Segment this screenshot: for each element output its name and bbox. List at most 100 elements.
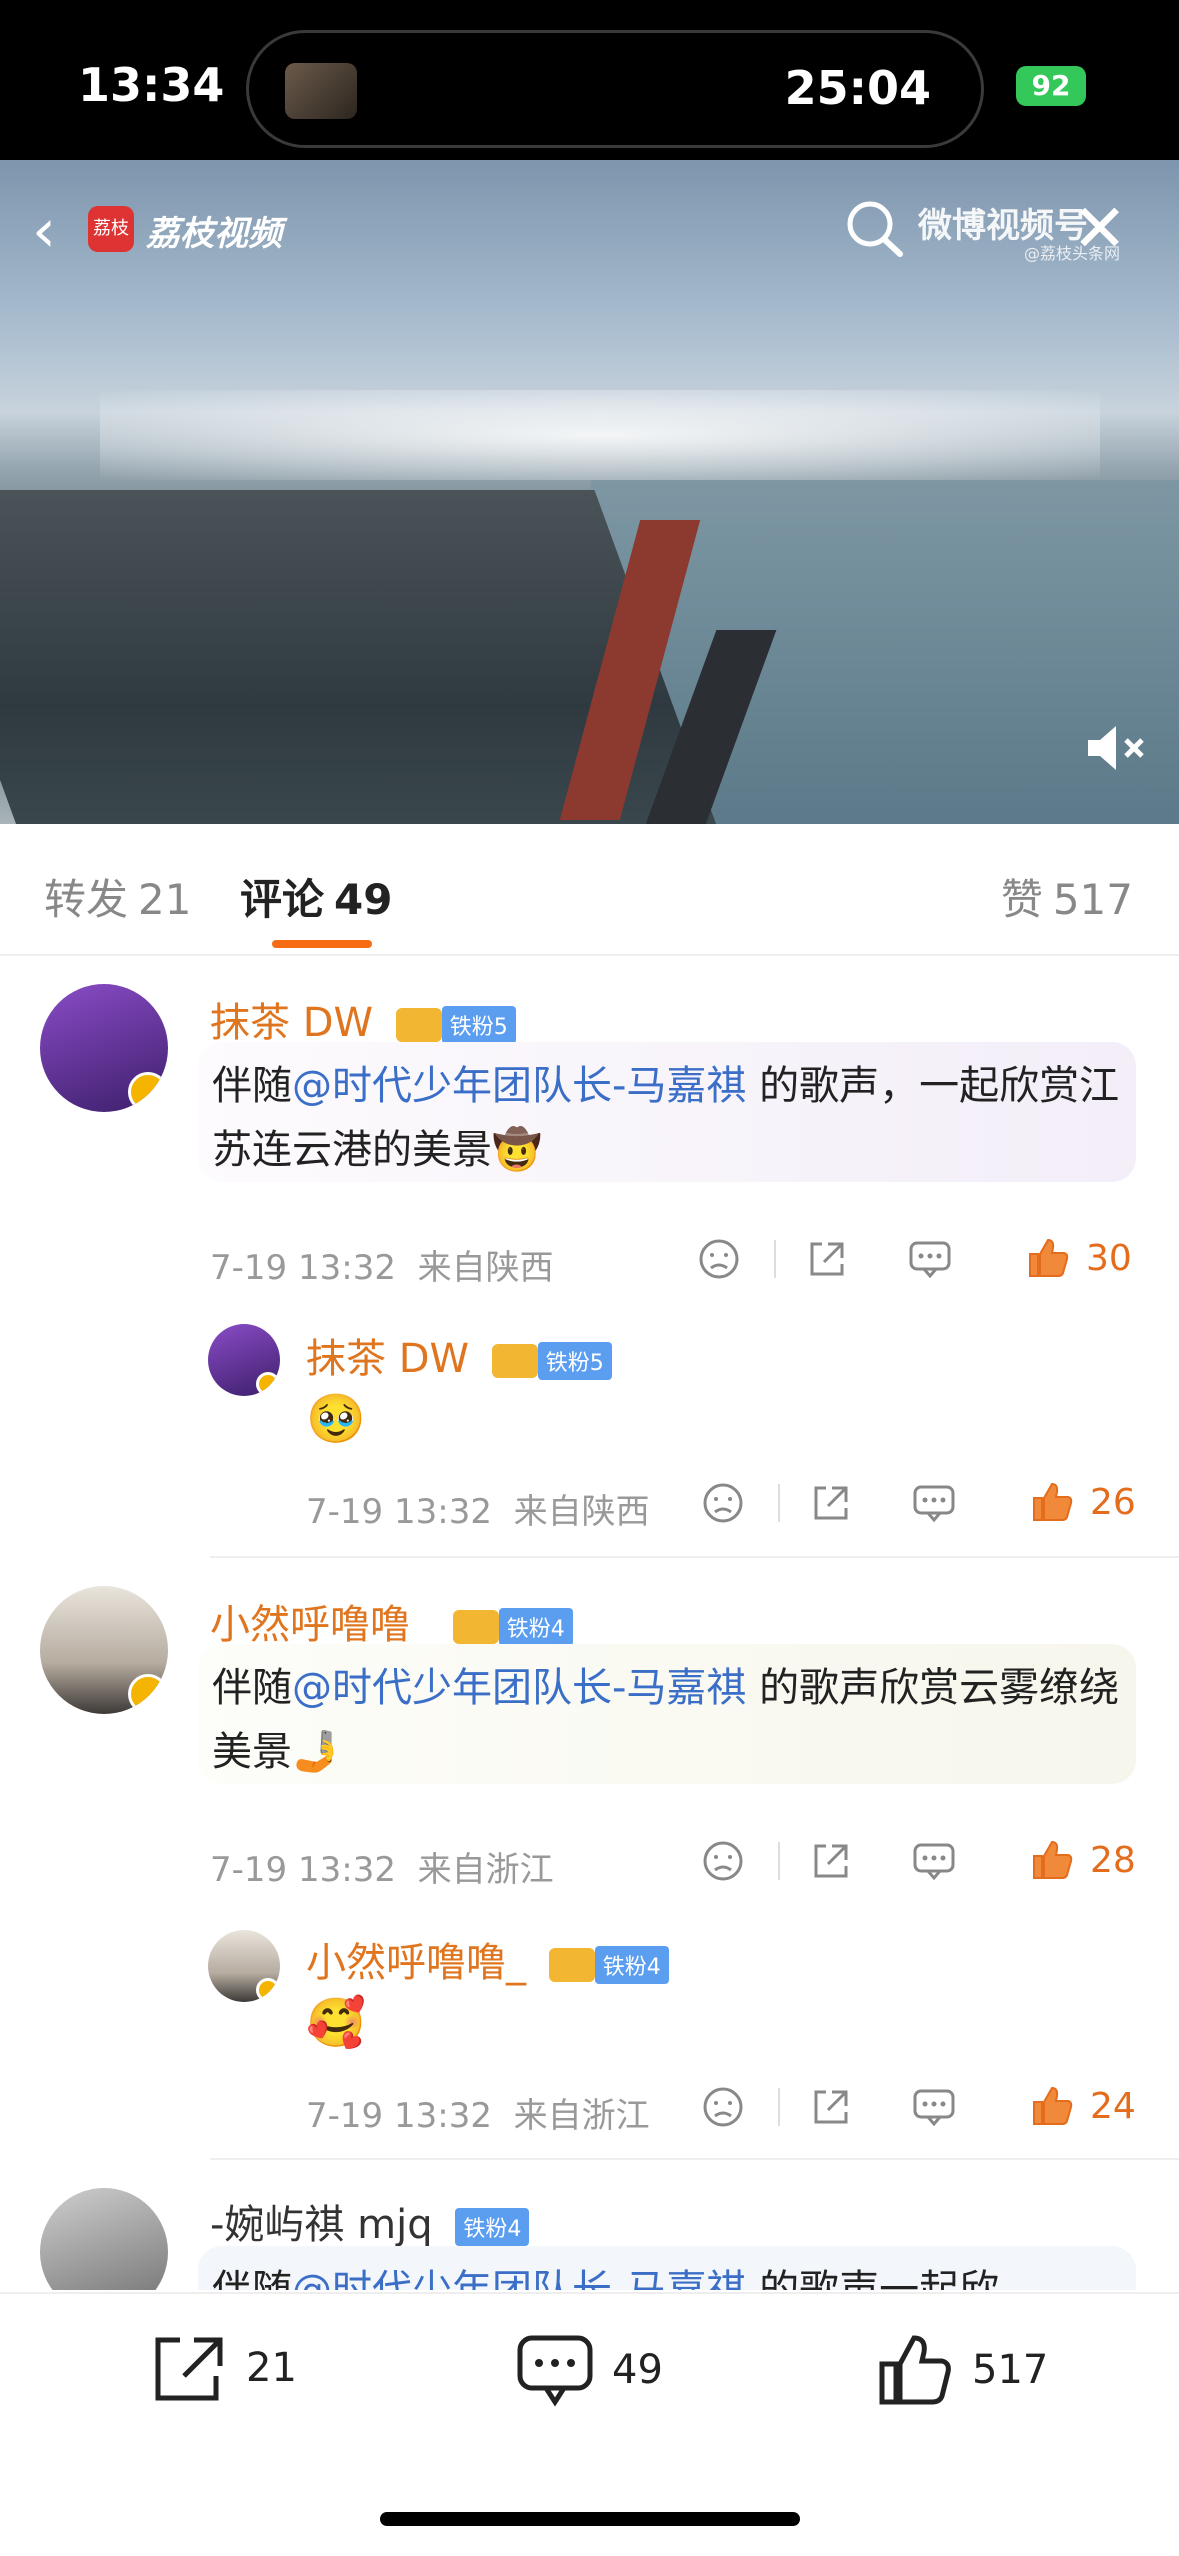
fan-badge: 铁粉5: [395, 1006, 516, 1044]
back-icon[interactable]: ‹: [32, 196, 56, 266]
fan-level: 铁粉5: [441, 1006, 516, 1044]
share-icon[interactable]: [806, 1238, 848, 1280]
comment-text: 伴随@时代少年团队长-马嘉祺 的歌声，一起欣赏江苏连云港的美景🤠: [198, 1042, 1136, 1182]
dislike-icon[interactable]: [702, 2086, 744, 2128]
like-button[interactable]: 28: [1030, 1838, 1136, 1882]
reply-username[interactable]: 小然呼噜噜_ 铁粉4: [306, 1930, 669, 1988]
reply-meta: 7-19 13:32 来自浙江: [306, 2088, 650, 2137]
comment-actions: [698, 1238, 952, 1280]
dynamic-island[interactable]: 25:04: [246, 30, 984, 148]
divider: [778, 1842, 780, 1880]
reply-icon[interactable]: [908, 1238, 952, 1280]
reply-username[interactable]: 抹茶 DW 铁粉5: [306, 1326, 612, 1384]
avatar[interactable]: [40, 1586, 168, 1714]
repost-count: 21: [246, 2345, 297, 2391]
like-count: 517: [972, 2347, 1049, 2393]
emoji: 🤠: [492, 1127, 542, 1173]
comment-time: 7-19 13:32: [210, 1850, 396, 1890]
text-segment: 的歌声一起欣: [746, 2267, 1000, 2290]
comment-time: 7-19 13:32: [210, 1248, 396, 1288]
thumbs-up-icon: [1029, 1238, 1069, 1277]
mute-icon[interactable]: [1084, 720, 1150, 776]
live-activity-thumbnail: [285, 63, 357, 119]
comment-icon: [517, 2335, 593, 2407]
tab-comment-label: 评论: [240, 875, 325, 924]
comment-username[interactable]: 抹茶 DW 铁粉5: [210, 990, 516, 1048]
comment-button[interactable]: 49: [516, 2332, 663, 2408]
tab-indicator: [272, 940, 372, 948]
tab-like-label: 赞: [1000, 875, 1043, 924]
video-player[interactable]: ‹ 荔枝 荔枝视频 微博视频号 @荔枝头条网 ✕: [0, 160, 1179, 824]
username-text: 小然呼噜噜_: [210, 1602, 430, 1648]
avatar[interactable]: [208, 1324, 280, 1396]
dislike-icon[interactable]: [702, 1840, 744, 1882]
tab-like[interactable]: 赞 517: [1001, 866, 1133, 927]
divider: [778, 1484, 780, 1522]
comment-divider: [210, 1556, 1179, 1558]
like-button[interactable]: 26: [1030, 1480, 1136, 1524]
repost-button[interactable]: 21: [150, 2332, 297, 2404]
thumbs-up-icon: [1033, 1840, 1073, 1879]
tab-comment-count: 49: [334, 875, 393, 924]
like-count: 28: [1090, 1839, 1136, 1881]
like-button[interactable]: 517: [876, 2332, 1048, 2408]
comment-location: 来自陕西: [417, 1248, 554, 1288]
username-text: -婉屿祺 mjq: [210, 2202, 433, 2248]
thumbs-up-icon: [879, 2335, 951, 2405]
status-time: 13:34: [78, 58, 225, 112]
crown-icon: [548, 1948, 595, 1982]
dislike-icon[interactable]: [698, 1238, 740, 1280]
like-count: 24: [1090, 2085, 1136, 2127]
avatar[interactable]: [40, 984, 168, 1112]
reply-icon[interactable]: [912, 1482, 956, 1524]
like-count: 26: [1090, 1481, 1136, 1523]
brand-watermark: 荔枝视频: [146, 214, 282, 254]
verified-badge-icon: [256, 1978, 280, 2002]
reply-icon[interactable]: [912, 2086, 956, 2128]
verified-badge-icon: [256, 1372, 280, 1396]
close-icon[interactable]: ✕: [1072, 196, 1127, 262]
mention-link[interactable]: @时代少年团队长-马嘉祺: [292, 2267, 746, 2290]
tab-repost[interactable]: 转发 21: [44, 866, 191, 927]
comment-location: 来自浙江: [513, 2096, 650, 2136]
dislike-icon[interactable]: [702, 1482, 744, 1524]
fan-level: 铁粉5: [537, 1342, 612, 1380]
tab-like-count: 517: [1052, 875, 1133, 924]
live-activity-timer: 25:04: [784, 61, 931, 115]
avatar[interactable]: [40, 2188, 168, 2290]
like-count: 30: [1086, 1237, 1132, 1279]
reply-icon[interactable]: [912, 1840, 956, 1882]
comment-location: 来自陕西: [513, 1492, 650, 1532]
share-icon[interactable]: [810, 1840, 852, 1882]
home-indicator[interactable]: [380, 2512, 800, 2526]
tab-repost-count: 21: [138, 875, 192, 924]
share-icon[interactable]: [810, 2086, 852, 2128]
crown-icon: [452, 1610, 499, 1644]
comment-item: -婉屿祺 mjq 铁粉4 伴随@时代少年团队长-马嘉祺 的歌声一起欣: [0, 2184, 1179, 2290]
reply-actions: [702, 1482, 956, 1524]
like-button[interactable]: 24: [1030, 2084, 1136, 2128]
thumbs-up-icon: [1033, 2086, 1073, 2125]
comment-text: 伴随@时代少年团队长-马嘉祺 的歌声一起欣: [198, 2246, 1136, 2290]
comment-time: 7-19 13:32: [306, 1492, 492, 1532]
avatar[interactable]: [208, 1930, 280, 2002]
thumbs-up-icon: [1033, 1482, 1073, 1521]
comment-username[interactable]: -婉屿祺 mjq 铁粉4: [210, 2192, 530, 2250]
status-bar: 13:34 25:04 92: [0, 0, 1179, 160]
text-segment: 伴随: [212, 1063, 292, 1109]
comment-actions: [702, 1840, 956, 1882]
repost-icon: [155, 2337, 223, 2401]
comment-divider: [210, 2158, 1179, 2160]
comment-username[interactable]: 小然呼噜噜_ 铁粉4: [210, 1592, 573, 1650]
reply-emoji: 🥰: [306, 1995, 366, 2051]
mention-link[interactable]: @时代少年团队长-马嘉祺: [292, 1665, 746, 1711]
mention-link[interactable]: @时代少年团队长-马嘉祺: [292, 1063, 746, 1109]
fan-badge: 铁粉4: [455, 2208, 530, 2246]
search-icon[interactable]: [842, 194, 908, 260]
comment-meta: 7-19 13:32 来自浙江: [210, 1842, 554, 1891]
share-icon[interactable]: [810, 1482, 852, 1524]
fan-badge: 铁粉4: [452, 1608, 573, 1646]
comment-meta: 7-19 13:32 来自陕西: [210, 1240, 554, 1289]
like-button[interactable]: 30: [1026, 1236, 1132, 1280]
verified-badge-icon: [128, 1072, 168, 1112]
